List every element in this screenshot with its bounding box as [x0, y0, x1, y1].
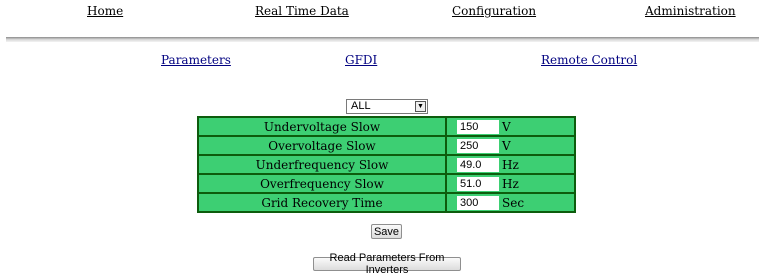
param-value-cell: Sec — [447, 194, 574, 211]
param-value-cell: Hz — [447, 175, 574, 192]
param-value-cell: V — [447, 137, 574, 154]
parameters-table: Undervoltage Slow V Overvoltage Slow V U… — [197, 116, 576, 213]
param-value-cell: V — [447, 118, 574, 135]
param-unit: Hz — [502, 157, 519, 172]
subnav-gfdi-link[interactable]: GFDI — [345, 53, 377, 67]
underfrequency-slow-input[interactable] — [457, 157, 499, 172]
table-row: Grid Recovery Time Sec — [199, 194, 574, 211]
dropdown-arrow-icon[interactable]: ▼ — [415, 101, 426, 112]
read-parameters-button[interactable]: Read Parameters From Inverters — [313, 252, 461, 276]
nav-configuration-link[interactable]: Configuration — [452, 4, 536, 18]
subnav-parameters-link[interactable]: Parameters — [161, 53, 231, 67]
table-row: Overvoltage Slow V — [199, 137, 574, 154]
param-unit: V — [502, 138, 511, 153]
save-button[interactable]: Save — [371, 224, 402, 239]
header-divider — [6, 37, 759, 42]
nav-home-link[interactable]: Home — [87, 4, 123, 18]
overvoltage-slow-input[interactable] — [457, 138, 499, 153]
param-label: Undervoltage Slow — [199, 118, 445, 135]
nav-real-time-data-link[interactable]: Real Time Data — [255, 4, 349, 18]
param-unit: V — [502, 119, 511, 134]
nav-administration-link[interactable]: Administration — [645, 4, 736, 18]
param-label: Overfrequency Slow — [199, 175, 445, 192]
table-row: Underfrequency Slow Hz — [199, 156, 574, 173]
inverter-select-value: ALL — [351, 100, 371, 112]
inverter-select[interactable]: ALL ▼ — [346, 99, 428, 114]
overfrequency-slow-input[interactable] — [457, 176, 499, 191]
undervoltage-slow-input[interactable] — [457, 119, 499, 134]
param-label: Underfrequency Slow — [199, 156, 445, 173]
param-value-cell: Hz — [447, 156, 574, 173]
table-row: Overfrequency Slow Hz — [199, 175, 574, 192]
subnav-remote-control-link[interactable]: Remote Control — [541, 53, 637, 67]
param-label: Overvoltage Slow — [199, 137, 445, 154]
param-unit: Hz — [502, 176, 519, 191]
param-unit: Sec — [502, 195, 525, 210]
param-label: Grid Recovery Time — [199, 194, 445, 211]
table-row: Undervoltage Slow V — [199, 118, 574, 135]
grid-recovery-time-input[interactable] — [457, 195, 499, 210]
